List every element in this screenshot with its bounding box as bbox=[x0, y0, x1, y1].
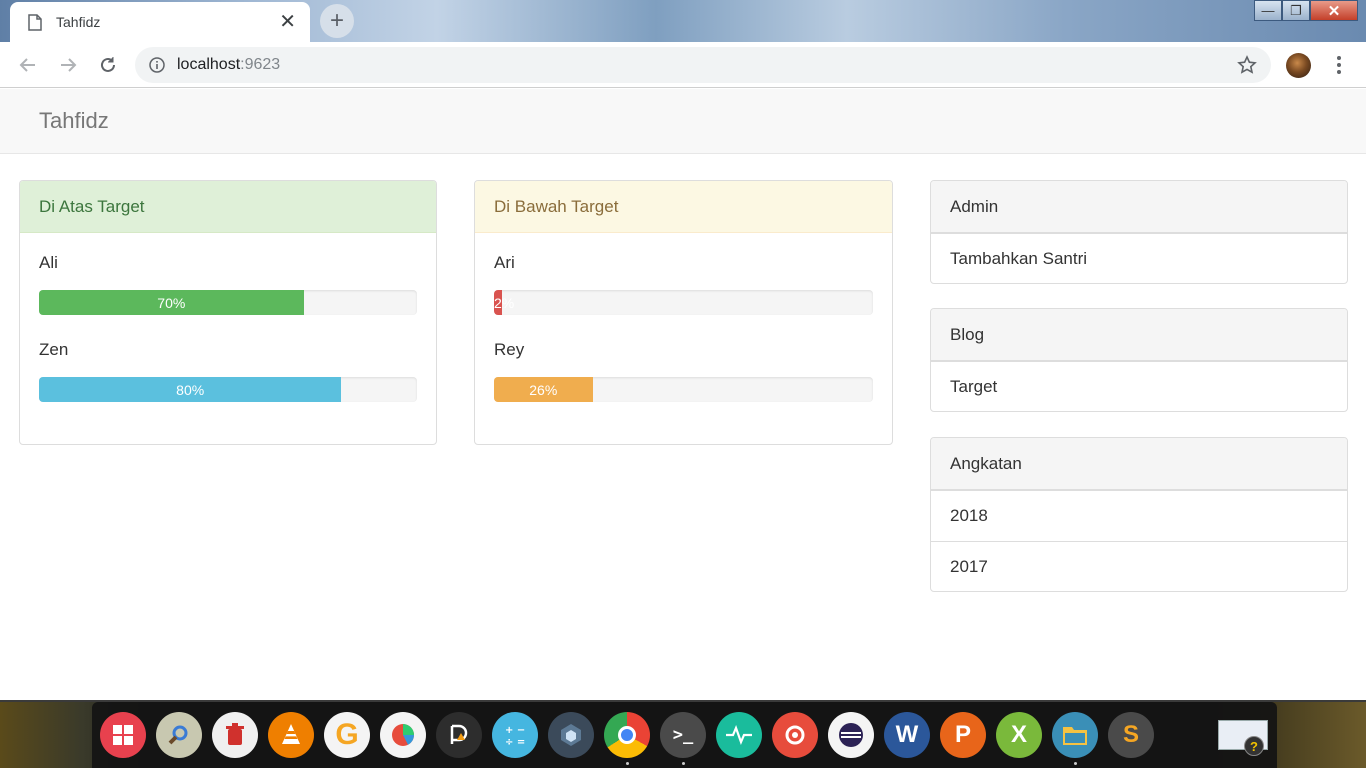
draw-app-icon[interactable] bbox=[436, 712, 482, 758]
above-target-panel: Di Atas Target Ali 70% Zen 80% bbox=[19, 180, 437, 445]
browser-toolbar: localhost:9623 bbox=[0, 42, 1366, 88]
svg-text:÷ =: ÷ = bbox=[505, 737, 525, 748]
browser-tab-bar: Tahfidz ✕ + — ❐ ✕ bbox=[0, 0, 1366, 42]
site-navbar: Tahfidz bbox=[0, 89, 1366, 154]
progress-bar: 80% bbox=[39, 377, 342, 402]
panel-title: Di Atas Target bbox=[20, 181, 436, 233]
pulse-app-icon[interactable] bbox=[716, 712, 762, 758]
reload-button[interactable] bbox=[96, 53, 120, 77]
progress-track: 26% bbox=[494, 377, 873, 402]
svg-text:+ −: + − bbox=[505, 725, 525, 736]
document-icon bbox=[28, 13, 42, 31]
app-g-icon[interactable]: G bbox=[324, 712, 370, 758]
terminal-icon[interactable]: >_ bbox=[660, 712, 706, 758]
browser-menu-icon[interactable] bbox=[1330, 54, 1348, 76]
running-indicator bbox=[626, 762, 629, 765]
running-indicator bbox=[1074, 762, 1077, 765]
window-controls: — ❐ ✕ bbox=[1254, 0, 1358, 21]
maximize-button[interactable]: ❐ bbox=[1282, 0, 1310, 21]
progress-bar: 70% bbox=[39, 290, 304, 315]
sublime-icon[interactable]: S bbox=[1108, 712, 1154, 758]
below-target-panel: Di Bawah Target Ari 2% Rey 26% bbox=[474, 180, 893, 445]
year-2018-link[interactable]: 2018 bbox=[931, 490, 1347, 541]
panel-title: Admin bbox=[931, 181, 1347, 233]
forward-button[interactable] bbox=[56, 53, 80, 77]
windows-start-icon[interactable] bbox=[100, 712, 146, 758]
progress-track: 2% bbox=[494, 290, 873, 315]
back-button[interactable] bbox=[16, 53, 40, 77]
admin-panel: Admin Tambahkan Santri bbox=[930, 180, 1348, 284]
reload-icon bbox=[101, 57, 115, 72]
progress-bar: 2% bbox=[494, 290, 514, 315]
profile-avatar[interactable] bbox=[1286, 53, 1311, 78]
panel-body: Ari 2% Rey 26% bbox=[475, 233, 892, 437]
bookmark-star-icon[interactable] bbox=[1237, 55, 1257, 75]
running-indicator bbox=[682, 762, 685, 765]
settings-app-icon[interactable] bbox=[772, 712, 818, 758]
person-name: Rey bbox=[494, 340, 525, 359]
progress-track: 80% bbox=[39, 377, 417, 402]
tab-title: Tahfidz bbox=[56, 14, 101, 30]
angkatan-panel: Angkatan 2018 2017 bbox=[930, 437, 1348, 592]
progress-bar: 26% bbox=[494, 377, 593, 402]
url-port: :9623 bbox=[240, 56, 281, 73]
close-window-button[interactable]: ✕ bbox=[1310, 0, 1358, 21]
trash-icon[interactable] bbox=[212, 712, 258, 758]
panel-title: Di Bawah Target bbox=[475, 181, 892, 233]
new-tab-button[interactable]: + bbox=[320, 4, 354, 38]
progress-track: 70% bbox=[39, 290, 417, 315]
blog-panel: Blog Target bbox=[930, 308, 1348, 412]
calculator-icon[interactable]: + − ÷ = bbox=[492, 712, 538, 758]
pie-app-icon[interactable] bbox=[380, 712, 426, 758]
excel-icon[interactable]: X bbox=[996, 712, 1042, 758]
panel-body: Ali 70% Zen 80% bbox=[20, 233, 436, 437]
help-icon[interactable]: ? bbox=[1244, 736, 1264, 756]
year-2017-link[interactable]: 2017 bbox=[931, 541, 1347, 591]
app-stack-icon[interactable] bbox=[548, 712, 594, 758]
powerpoint-icon[interactable]: P bbox=[940, 712, 986, 758]
info-icon[interactable] bbox=[149, 57, 165, 73]
word-icon[interactable]: W bbox=[884, 712, 930, 758]
address-bar[interactable]: localhost:9623 bbox=[135, 47, 1271, 83]
browser-tab[interactable]: Tahfidz ✕ bbox=[10, 2, 310, 42]
url-host: localhost bbox=[177, 56, 241, 73]
vlc-icon[interactable] bbox=[268, 712, 314, 758]
person-name: Ari bbox=[494, 253, 515, 272]
panel-title: Blog bbox=[931, 309, 1347, 361]
forward-arrow-icon bbox=[61, 58, 77, 72]
person-name: Ali bbox=[39, 253, 58, 272]
minimize-button[interactable]: — bbox=[1254, 0, 1282, 21]
person-name: Zen bbox=[39, 340, 69, 359]
panel-title: Angkatan bbox=[931, 438, 1347, 490]
site-brand[interactable]: Tahfidz bbox=[39, 108, 109, 134]
chrome-icon[interactable] bbox=[604, 712, 650, 758]
tab-close-icon[interactable]: ✕ bbox=[279, 12, 296, 32]
files-icon[interactable] bbox=[1052, 712, 1098, 758]
add-santri-link[interactable]: Tambahkan Santri bbox=[931, 233, 1347, 283]
eclipse-icon[interactable] bbox=[828, 712, 874, 758]
back-arrow-icon bbox=[19, 58, 35, 72]
target-link[interactable]: Target bbox=[931, 361, 1347, 411]
search-icon[interactable] bbox=[156, 712, 202, 758]
